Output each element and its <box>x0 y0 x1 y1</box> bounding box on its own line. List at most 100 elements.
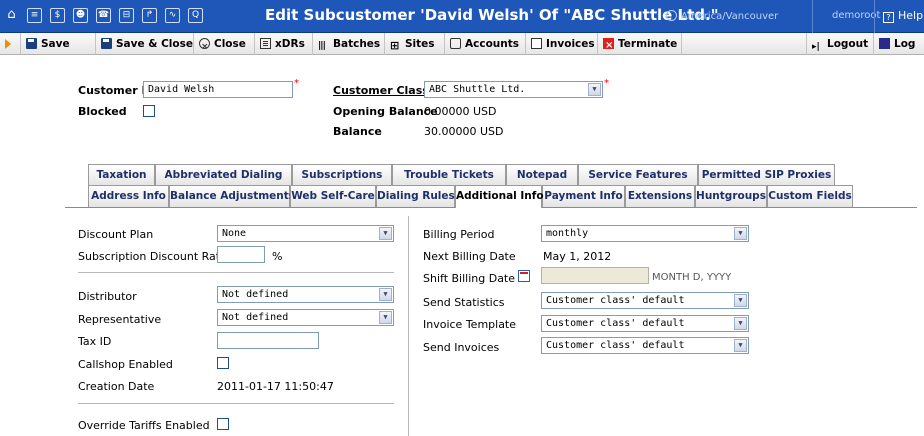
tab-web-self-care[interactable]: Web Self-Care <box>290 185 376 207</box>
dollar-icon[interactable]: $ <box>50 8 65 23</box>
batches-icon <box>318 35 329 57</box>
creation-date-value: 2011-01-17 11:50:47 <box>217 380 334 393</box>
page-title: Edit Subcustomer 'David Welsh' Of "ABC S… <box>265 6 719 24</box>
customer-class-link[interactable]: Customer Class <box>333 84 429 97</box>
phone-icon[interactable]: ☎ <box>96 8 111 23</box>
log-button[interactable]: Log <box>874 33 924 55</box>
tab-notepad[interactable]: Notepad <box>506 164 578 186</box>
divider <box>874 0 875 33</box>
divider <box>78 403 394 404</box>
blocked-checkbox[interactable] <box>143 105 155 117</box>
batches-button[interactable]: Batches <box>313 33 385 57</box>
chevron-down-icon: ▼ <box>379 288 392 301</box>
stats-icon[interactable]: ∿ <box>165 8 180 23</box>
help-label: Help <box>898 9 924 22</box>
invoices-label: Invoices <box>546 38 595 50</box>
accounts-button[interactable]: Accounts <box>445 33 526 55</box>
representative-select[interactable]: Not defined ▼ <box>217 309 394 326</box>
close-button[interactable]: Close <box>194 33 255 58</box>
home-icon[interactable]: ⌂ <box>4 8 19 23</box>
distributor-value: Not defined <box>222 289 289 300</box>
invoice-template-select[interactable]: Customer class' default ▼ <box>541 315 749 332</box>
override-tariffs-label: Override Tariffs Enabled <box>78 419 210 432</box>
toolbar-arrow-icon[interactable] <box>5 39 11 49</box>
divider <box>812 0 813 33</box>
chevron-down-icon: ▼ <box>379 227 392 240</box>
tab-trouble-tickets[interactable]: Trouble Tickets <box>392 164 506 186</box>
billing-period-value: monthly <box>546 228 589 239</box>
network-icon[interactable]: ⊟ <box>119 8 134 23</box>
invoices-button[interactable]: Invoices <box>526 33 598 55</box>
timezone[interactable]: America/Vancouver <box>666 10 778 22</box>
sites-button[interactable]: Sites <box>385 33 445 57</box>
send-statistics-select[interactable]: Customer class' default ▼ <box>541 292 749 309</box>
chevron-down-icon: ▼ <box>379 311 392 324</box>
divider <box>78 272 394 273</box>
close-icon <box>199 36 210 58</box>
tab-service-features[interactable]: Service Features <box>578 164 698 186</box>
tab-payment-info[interactable]: Payment Info <box>542 185 625 207</box>
tab-subscriptions[interactable]: Subscriptions <box>292 164 392 186</box>
shift-billing-label: Shift Billing Date To <box>423 272 531 285</box>
calendar-icon[interactable] <box>518 270 530 282</box>
save-close-icon <box>101 38 112 49</box>
tab-balance-adjustments[interactable]: Balance Adjustments <box>169 185 295 207</box>
search-icon[interactable]: Q <box>188 8 203 23</box>
help-link[interactable]: ? Help <box>883 9 923 23</box>
customer-id-field[interactable]: David Welsh <box>143 81 293 98</box>
tab-dialing-rules[interactable]: Dialing Rules <box>376 185 455 207</box>
chevron-down-icon: ▼ <box>588 83 601 96</box>
terminate-button[interactable]: Terminate <box>598 33 682 57</box>
subscription-discount-field[interactable] <box>217 246 265 263</box>
clock-icon <box>666 10 677 21</box>
customer-class-value: ABC Shuttle Ltd. <box>429 84 526 95</box>
logout-button[interactable]: Logout <box>806 33 874 58</box>
callshop-checkbox[interactable] <box>217 357 229 369</box>
discount-plan-label: Discount Plan <box>78 228 154 241</box>
tab-custom-fields[interactable]: Custom Fields <box>767 185 853 207</box>
tab-permitted-sip-proxies[interactable]: Permitted SIP Proxies <box>698 164 835 186</box>
tab-taxation[interactable]: Taxation <box>88 164 155 186</box>
close-label: Close <box>214 38 246 50</box>
xdrs-label: xDRs <box>275 38 305 50</box>
override-tariffs-checkbox[interactable] <box>217 418 229 430</box>
shift-billing-field[interactable] <box>541 267 649 284</box>
route-icon[interactable]: ↱ <box>142 8 157 23</box>
representative-value: Not defined <box>222 312 289 323</box>
subscription-discount-label: Subscription Discount Rate <box>78 250 227 263</box>
sites-label: Sites <box>405 38 435 50</box>
save-icon <box>26 38 37 49</box>
discount-plan-select[interactable]: None ▼ <box>217 225 394 242</box>
xdrs-button[interactable]: xDRs <box>255 33 313 55</box>
save-button[interactable]: Save <box>20 33 96 55</box>
tax-id-field[interactable] <box>217 332 319 349</box>
column-divider <box>408 216 409 436</box>
billing-period-select[interactable]: monthly ▼ <box>541 225 749 242</box>
creation-date-label: Creation Date <box>78 380 155 393</box>
terminate-icon <box>603 35 614 57</box>
tab-address-info[interactable]: Address Info <box>88 185 169 207</box>
customer-class-select[interactable]: ABC Shuttle Ltd. ▼ <box>424 81 603 98</box>
send-statistics-label: Send Statistics <box>423 296 505 309</box>
chevron-down-icon: ▼ <box>734 227 747 240</box>
tab-huntgroups[interactable]: Huntgroups <box>695 185 767 207</box>
tab-additional-info[interactable]: Additional Info <box>455 185 544 208</box>
tab-extensions[interactable]: Extensions <box>625 185 695 207</box>
chevron-down-icon: ▼ <box>734 317 747 330</box>
send-invoices-select[interactable]: Customer class' default ▼ <box>541 337 749 354</box>
terminate-label: Terminate <box>618 38 678 50</box>
required-marker: * <box>294 78 299 89</box>
distributor-label: Distributor <box>78 290 137 303</box>
accounts-icon <box>450 38 461 49</box>
tab-abbreviated-dialing[interactable]: Abbreviated Dialing <box>155 164 292 186</box>
date-format-hint: MONTH D, YYYY <box>652 272 732 283</box>
users-icon[interactable]: ☻ <box>73 8 88 23</box>
distributor-select[interactable]: Not defined ▼ <box>217 286 394 303</box>
balance-value: 30.00000 USD <box>424 125 504 138</box>
list-icon[interactable]: ≡ <box>27 8 42 23</box>
save-close-button[interactable]: Save & Close <box>96 33 194 55</box>
percent-label: % <box>272 250 283 263</box>
xdrs-icon <box>260 38 271 49</box>
save-close-label: Save & Close <box>116 38 193 50</box>
billing-period-label: Billing Period <box>423 228 495 241</box>
